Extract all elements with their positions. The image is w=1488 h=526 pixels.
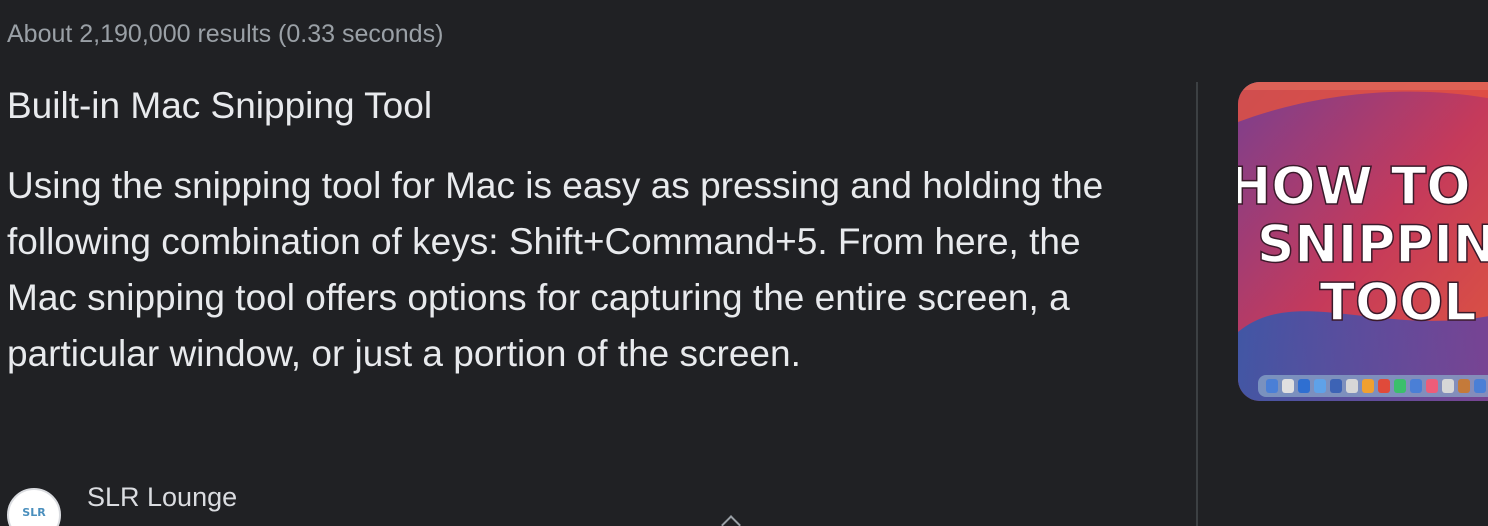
- thumbnail-line-2: SNIPPING: [1257, 215, 1488, 275]
- source-link[interactable]: SLR SLR Lounge: [7, 480, 407, 526]
- source-name: SLR Lounge: [87, 482, 238, 512]
- favicon-text: SLR: [22, 506, 46, 519]
- search-results-page: About 2,190,000 results (0.33 seconds) B…: [0, 0, 1488, 526]
- column-divider: [1196, 82, 1198, 526]
- result-stats: About 2,190,000 results (0.33 seconds): [7, 20, 444, 48]
- featured-snippet-thumbnail[interactable]: HOW TO US SNIPPING TOOL: [1238, 82, 1488, 401]
- featured-snippet-title: Built-in Mac Snipping Tool: [7, 85, 433, 126]
- featured-snippet-text: Using the snipping tool for Mac is easy …: [7, 165, 1104, 374]
- thumbnail-line-1: HOW TO US: [1238, 157, 1488, 217]
- slr-lounge-logo-icon: SLR: [7, 488, 61, 526]
- thumbnail-line-3: TOOL: [1319, 273, 1476, 333]
- chevron-up-icon[interactable]: [721, 515, 741, 526]
